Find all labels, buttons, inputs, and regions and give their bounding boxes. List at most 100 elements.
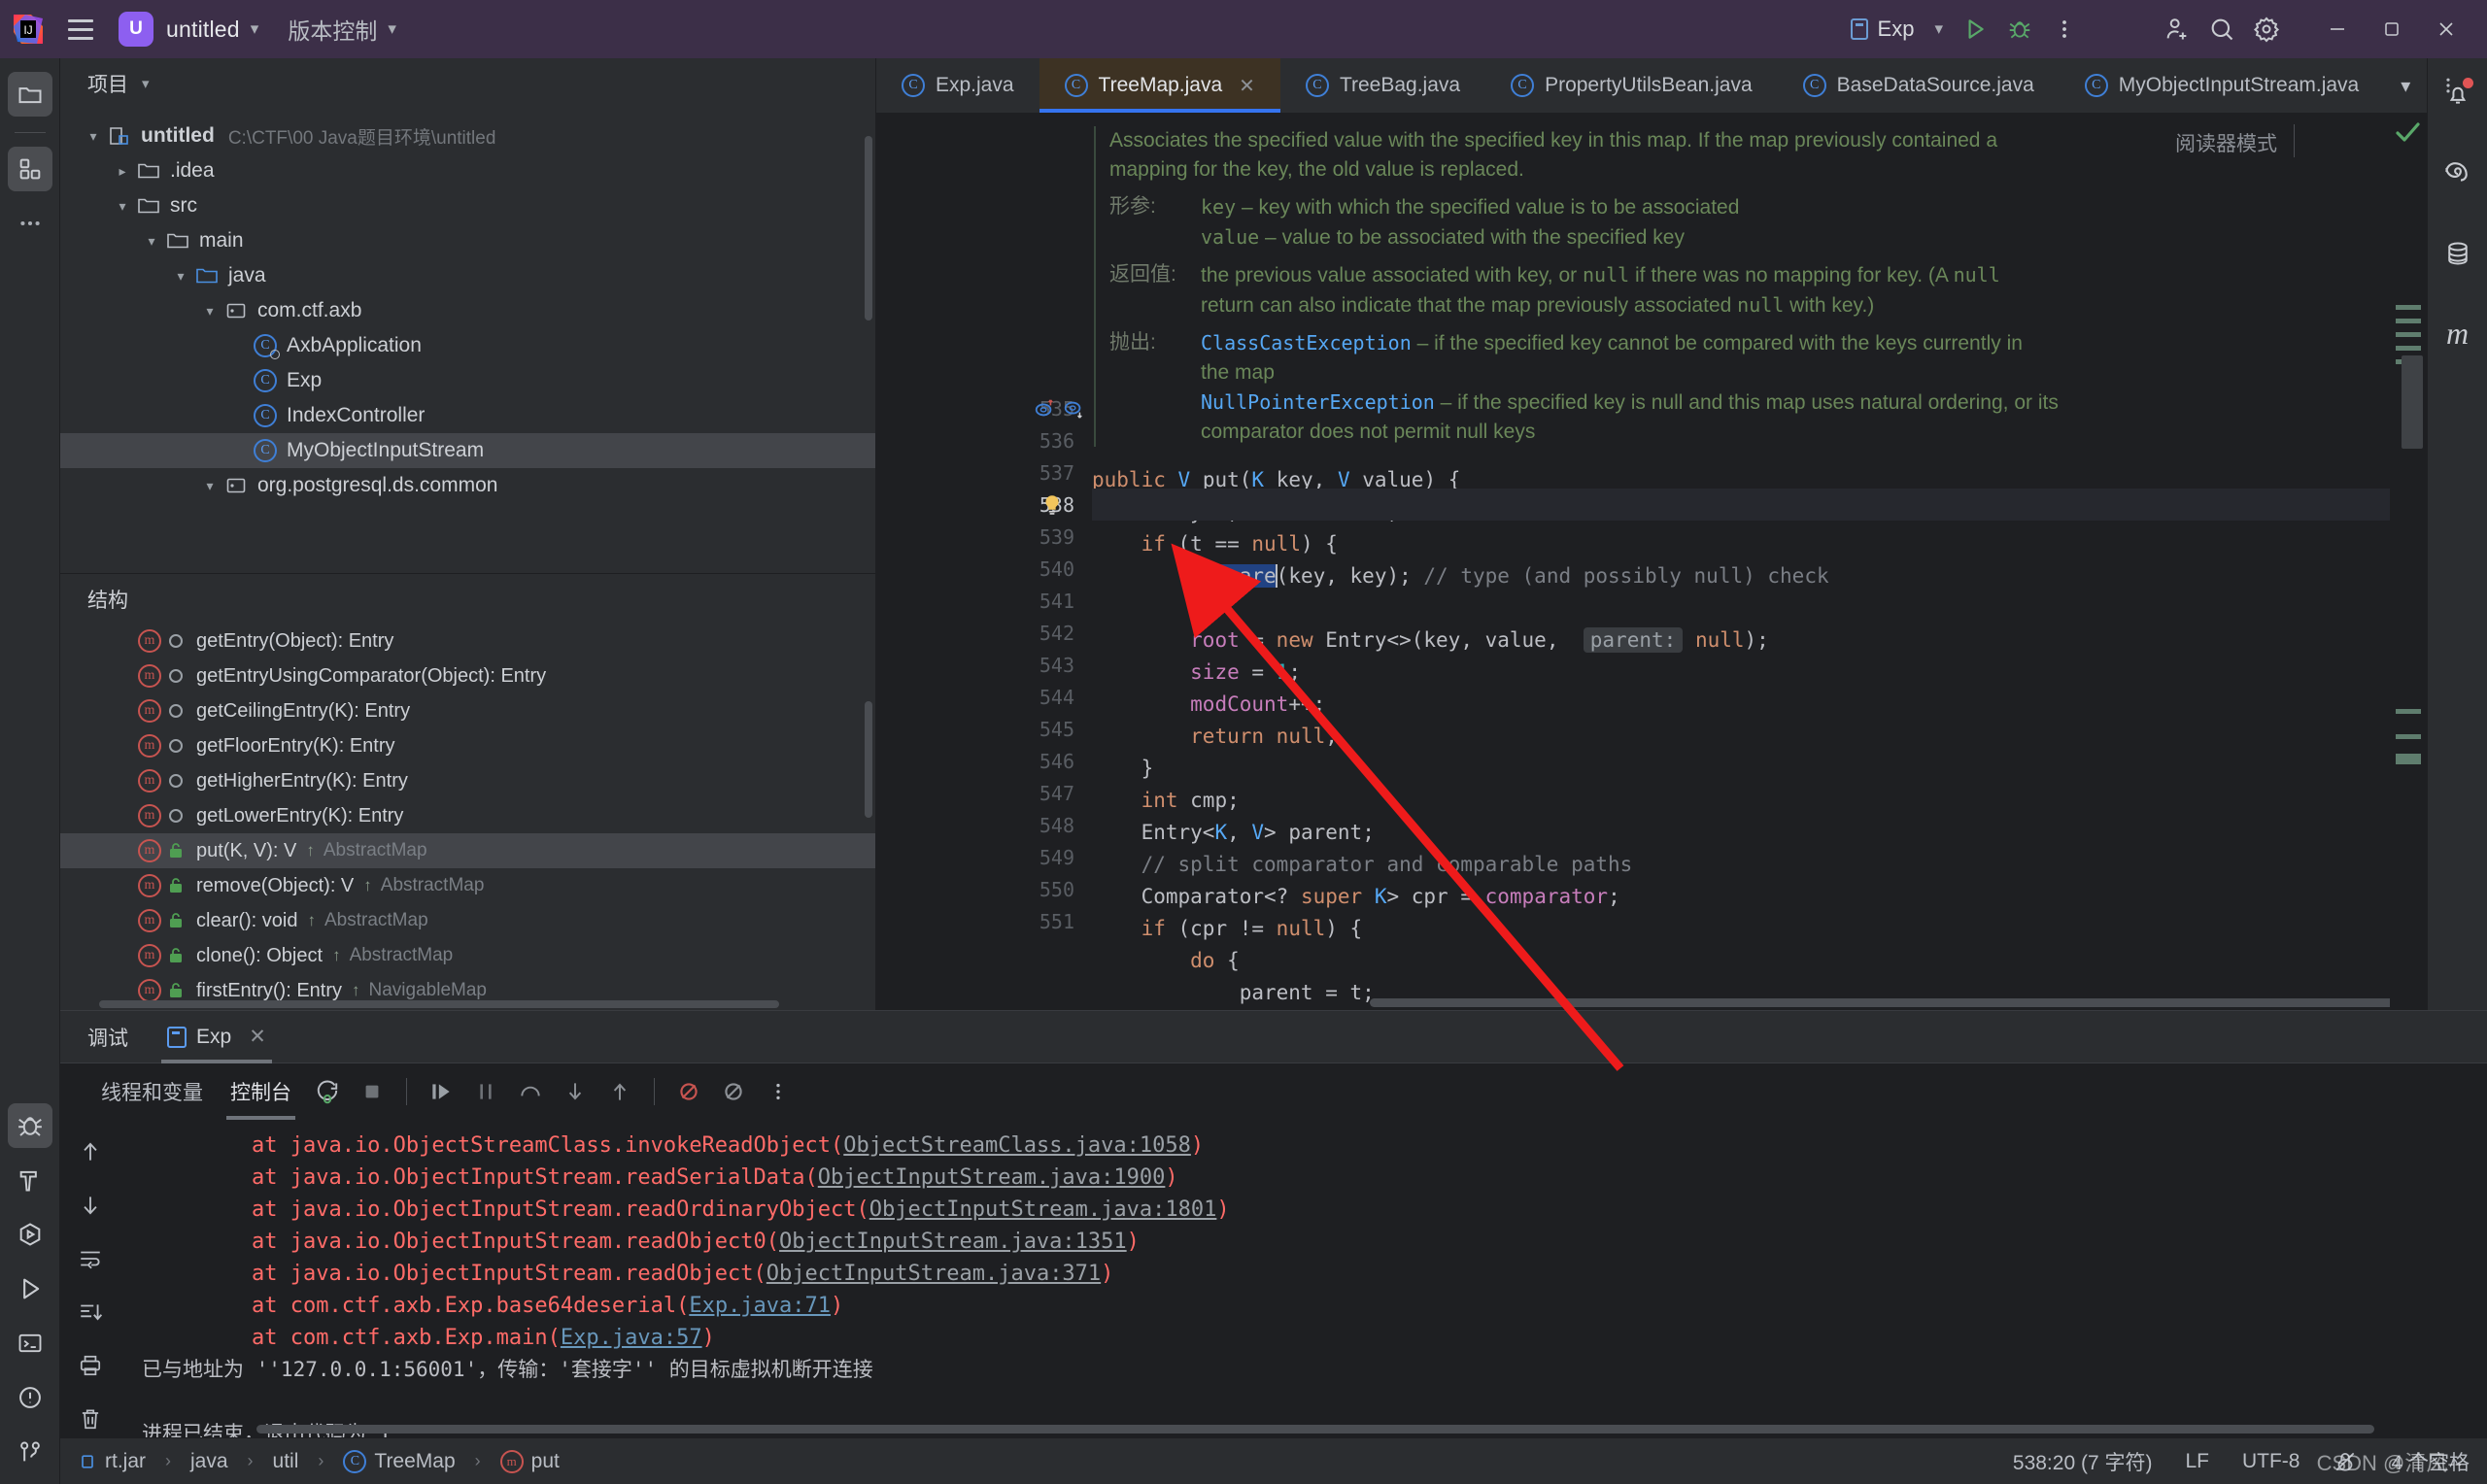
print-icon[interactable]: [68, 1348, 113, 1384]
line-number[interactable]: 539: [937, 521, 1092, 553]
rerun-debug-icon[interactable]: [305, 1069, 350, 1114]
vcs-widget-label[interactable]: 版本控制: [288, 13, 377, 46]
editor-tab[interactable]: C TreeMap.java ✕: [1039, 58, 1281, 113]
stack-frame-link[interactable]: ObjectInputStream.java:1351: [779, 1230, 1127, 1254]
tree-chevron-down-icon[interactable]: ▾: [113, 198, 132, 215]
sidebar-item-more[interactable]: [8, 201, 52, 246]
tree-node[interactable]: ▾ java: [60, 258, 875, 293]
structure-item[interactable]: m getFloorEntry(K): Entry: [60, 728, 875, 763]
encoding-label[interactable]: UTF-8: [2242, 1450, 2300, 1473]
soft-wrap-icon[interactable]: [68, 1240, 113, 1276]
stack-frame-link[interactable]: ObjectStreamClass.java:1058: [843, 1133, 1191, 1158]
structure-list[interactable]: m getEntry(Object): Entry m getEntryUsingCo…: [60, 624, 875, 1010]
notifications-bell-icon[interactable]: [2436, 72, 2480, 117]
project-tree-scrollbar[interactable]: [865, 136, 872, 320]
scroll-up-icon[interactable]: [68, 1133, 113, 1169]
line-number[interactable]: 551: [937, 905, 1092, 937]
step-into-icon[interactable]: [553, 1069, 597, 1114]
structure-item[interactable]: m put(K, V): V ↑ AbstractMap: [60, 833, 875, 868]
tree-node[interactable]: ▾ org.postgresql.ds.common: [60, 468, 875, 503]
close-button[interactable]: [2419, 0, 2473, 58]
tree-node[interactable]: ▾ untitled C:\CTF\00 Java题目环境\untitled: [60, 118, 875, 153]
project-tree[interactable]: ▾ untitled C:\CTF\00 Java题目环境\untitled ▸ .id…: [60, 109, 875, 573]
editor-tab[interactable]: C MyObjectInputStream.java: [2060, 58, 2384, 113]
breadcrumb-item[interactable]: C TreeMap: [343, 1449, 456, 1473]
breadcrumb-item[interactable]: rt.jar: [78, 1450, 146, 1473]
structure-item[interactable]: m getCeilingEntry(K): Entry: [60, 693, 875, 728]
tree-chevron-down-icon[interactable]: ▾: [200, 303, 220, 320]
project-panel-header[interactable]: 项目 ▾: [60, 58, 875, 109]
tree-node[interactable]: ▾ src: [60, 188, 875, 223]
stack-frame-link[interactable]: ObjectInputStream.java:1801: [869, 1197, 1217, 1222]
sidebar-item-project[interactable]: [7, 72, 52, 117]
unlocked-icon[interactable]: [2333, 1449, 2358, 1474]
tree-node[interactable]: ▸CAxbApplication: [60, 328, 875, 363]
sidebar-item-run[interactable]: [8, 1266, 52, 1311]
stack-frame-link[interactable]: ObjectInputStream.java:371: [767, 1262, 1101, 1286]
stack-frame-link[interactable]: Exp.java:71: [689, 1294, 831, 1318]
database-icon[interactable]: [2436, 231, 2480, 276]
tab-console[interactable]: 控制台: [217, 1070, 305, 1120]
editor-tab[interactable]: C Exp.java: [876, 58, 1039, 113]
tree-node[interactable]: ▸ .idea: [60, 153, 875, 188]
console-hscrollbar[interactable]: [256, 1425, 2374, 1433]
tree-node[interactable]: ▸CMyObjectInputStream: [60, 433, 875, 468]
line-number[interactable]: 543: [937, 649, 1092, 681]
structure-item[interactable]: m getEntryUsingComparator(Object): Entry: [60, 658, 875, 693]
editor-tab[interactable]: C TreeBag.java: [1280, 58, 1485, 113]
tree-node[interactable]: ▸CIndexController: [60, 398, 875, 433]
structure-item[interactable]: m clear(): void ↑ AbstractMap: [60, 903, 875, 938]
editor-tab[interactable]: C BaseDataSource.java: [1778, 58, 2060, 113]
debug-session-close-icon[interactable]: ✕: [249, 1025, 266, 1049]
breadcrumb-item[interactable]: m put: [499, 1449, 560, 1473]
search-icon[interactable]: [2199, 7, 2244, 51]
structure-scrollbar[interactable]: [865, 701, 872, 818]
project-chevron-down-icon[interactable]: ▾: [251, 19, 259, 39]
run-icon[interactable]: [1953, 7, 1997, 51]
line-number[interactable]: 541: [937, 585, 1092, 617]
caret-position-label[interactable]: 538:20 (7 字符): [2013, 1447, 2153, 1476]
sidebar-item-build[interactable]: [8, 1158, 52, 1202]
line-number[interactable]: 540: [937, 553, 1092, 585]
breadcrumb[interactable]: rt.jar › java › util › C TreeMap › m put: [78, 1449, 560, 1473]
sidebar-item-problems[interactable]: [8, 1375, 52, 1420]
sidebar-item-debug[interactable]: [7, 1103, 52, 1148]
project-panel-chevron-down-icon[interactable]: ▾: [142, 75, 150, 92]
editor-tab-close-icon[interactable]: ✕: [1239, 74, 1255, 98]
tree-chevron-down-icon[interactable]: ▾: [142, 233, 161, 250]
stack-frame-link[interactable]: Exp.java:57: [561, 1326, 702, 1350]
sidebar-item-services[interactable]: [8, 1212, 52, 1257]
tree-node[interactable]: ▾ main: [60, 223, 875, 258]
structure-item[interactable]: m getEntry(Object): Entry: [60, 624, 875, 658]
code-view[interactable]: 阅读器模式 Associates the specified value wit…: [1092, 113, 2390, 1010]
debug-session-tab[interactable]: Exp ✕: [161, 1011, 272, 1063]
sidebar-item-terminal[interactable]: [8, 1321, 52, 1366]
scroll-to-end-icon[interactable]: [68, 1295, 113, 1331]
structure-item[interactable]: m getHigherEntry(K): Entry: [60, 763, 875, 798]
editor-scrollbar[interactable]: [2390, 113, 2427, 1322]
sidebar-item-structure[interactable]: [7, 147, 52, 191]
more-actions-icon[interactable]: [2042, 7, 2087, 51]
scroll-down-icon[interactable]: [68, 1187, 113, 1223]
tree-chevron-right-icon[interactable]: ▸: [113, 163, 132, 180]
line-number[interactable]: 548: [937, 809, 1092, 841]
selected-token[interactable]: compare: [1190, 564, 1277, 588]
main-menu-button[interactable]: [60, 9, 101, 50]
console-output[interactable]: at java.io.ObjectStreamClass.invokeReadO…: [120, 1120, 2487, 1437]
step-out-icon[interactable]: [597, 1069, 642, 1114]
ai-assistant-spiral-icon[interactable]: [2436, 152, 2480, 196]
indent-label[interactable]: 4 个空格: [2391, 1447, 2470, 1476]
line-number[interactable]: 546: [937, 745, 1092, 777]
resume-program-icon[interactable]: [419, 1069, 463, 1114]
editor-hscrollbar[interactable]: [1092, 998, 2390, 1007]
source-code[interactable]: public V put(K key, V value) { Entry<K, …: [1092, 464, 2390, 1009]
settings-gear-icon[interactable]: [2244, 7, 2289, 51]
breadcrumb-item[interactable]: java: [190, 1450, 228, 1473]
structure-item[interactable]: m remove(Object): V ↑ AbstractMap: [60, 868, 875, 903]
add-user-icon[interactable]: [2155, 7, 2199, 51]
line-number[interactable]: 547: [937, 777, 1092, 809]
vcs-chevron-down-icon[interactable]: ▾: [388, 19, 396, 39]
tab-threads-and-variables[interactable]: 线程和变量: [87, 1070, 217, 1113]
structure-hscrollbar[interactable]: [99, 1000, 779, 1008]
line-number[interactable]: 550: [937, 873, 1092, 905]
